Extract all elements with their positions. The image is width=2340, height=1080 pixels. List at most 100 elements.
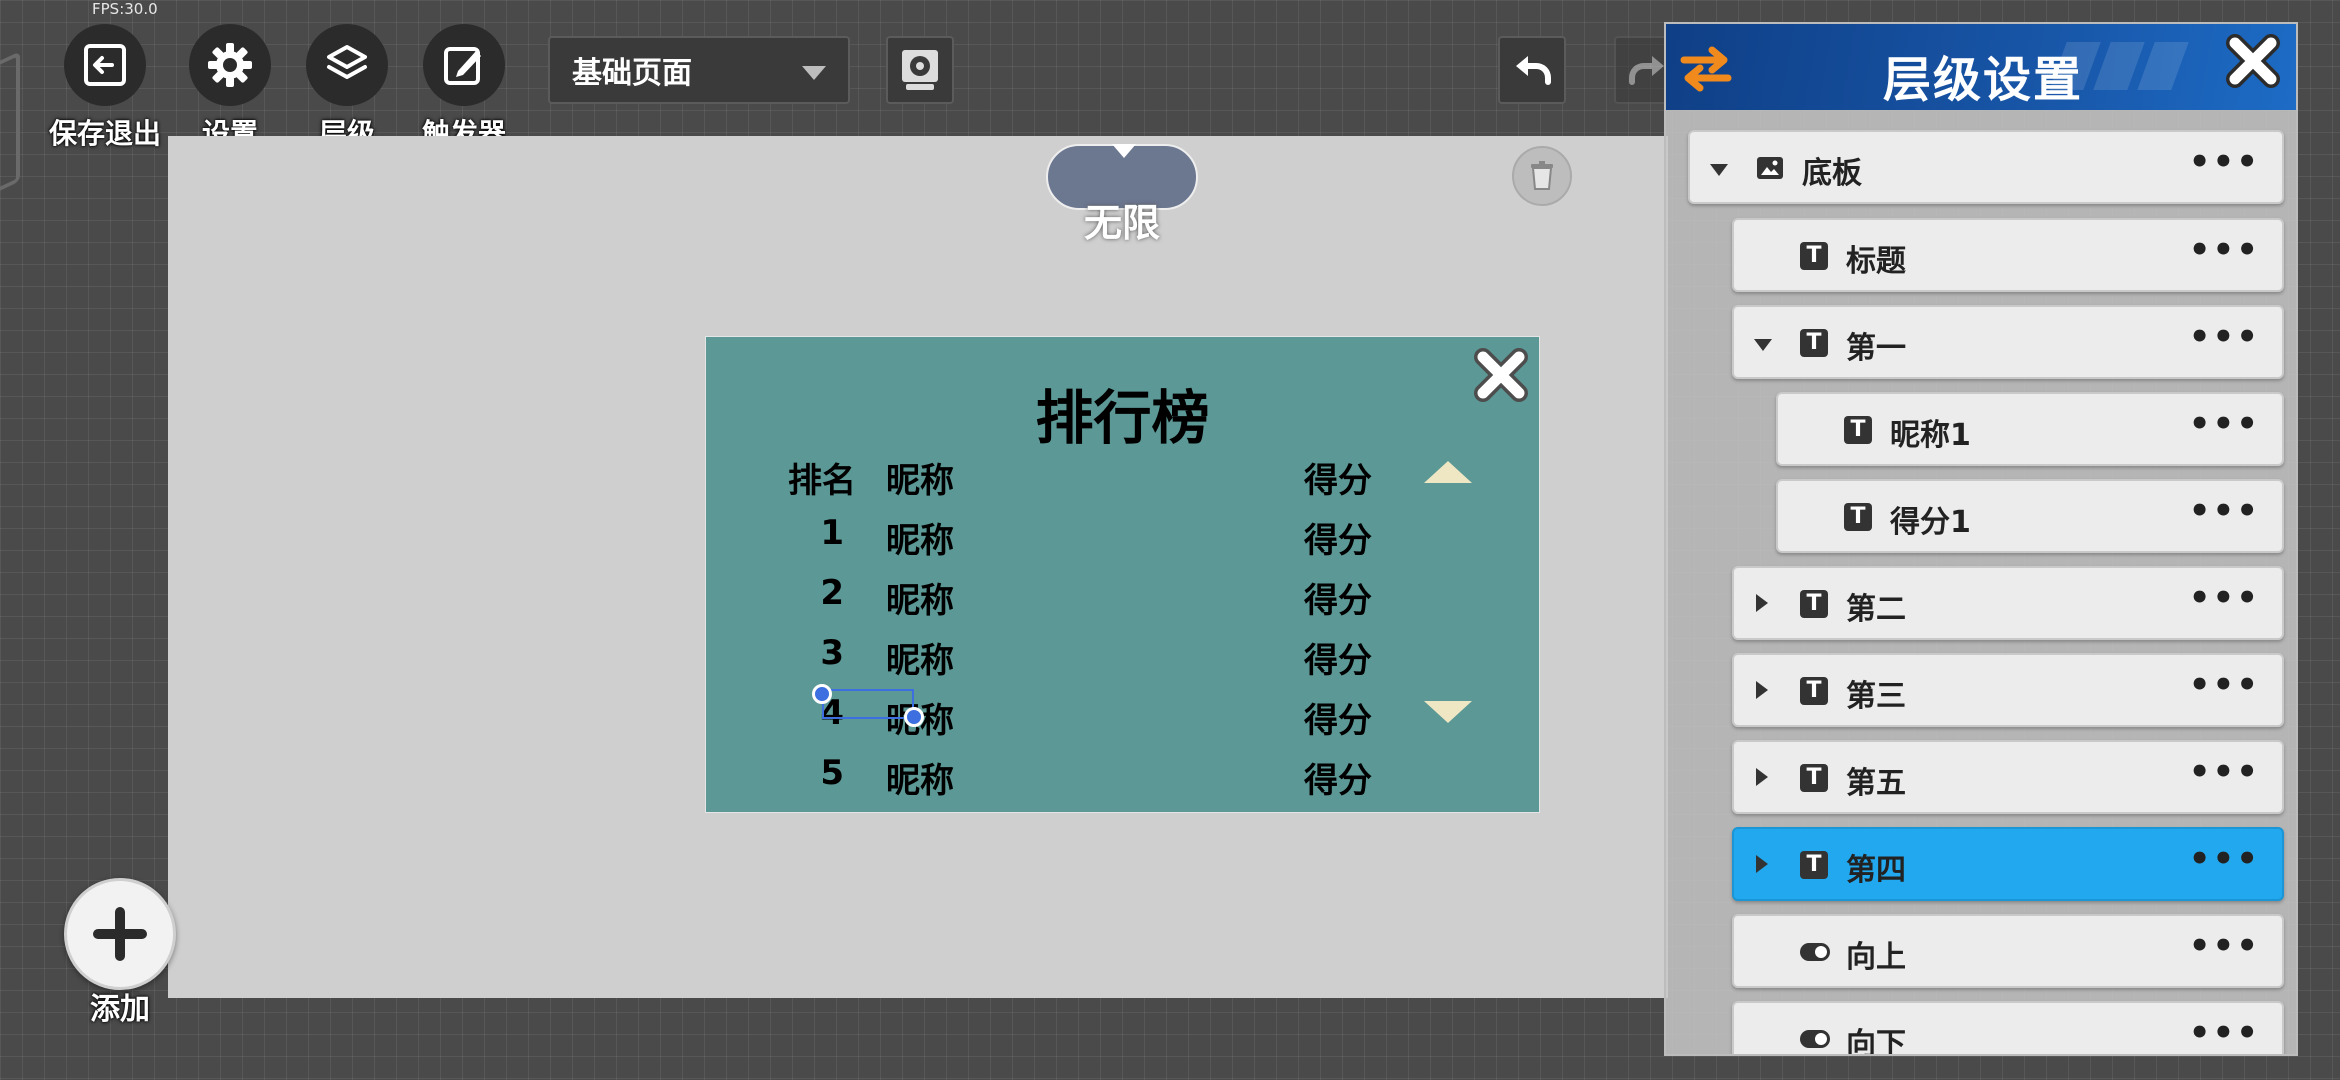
more-options-icon[interactable]: ••• — [2189, 752, 2260, 792]
decorative-hex-outline — [0, 51, 20, 219]
layer-item-selected[interactable]: T 第四 ••• — [1732, 827, 2284, 901]
row-rank: 5 — [820, 753, 844, 793]
layer-item[interactable]: 向下 ••• — [1732, 1001, 2284, 1056]
header-rank: 排名 — [788, 461, 856, 501]
text-icon: T — [1844, 503, 1872, 531]
resize-handle[interactable] — [904, 707, 924, 727]
row-rank: 1 — [820, 513, 844, 553]
trigger-button[interactable]: 触发器 — [404, 24, 524, 152]
save-exit-button[interactable]: 保存退出 — [45, 24, 165, 152]
row-score: 得分 — [1304, 581, 1372, 621]
more-options-icon[interactable]: ••• — [2189, 839, 2260, 879]
redo-icon — [1629, 56, 1664, 85]
page-select-dropdown[interactable]: 基础页面 — [548, 36, 850, 104]
header-name: 昵称 — [886, 461, 954, 501]
row-score: 得分 — [1304, 761, 1372, 801]
layer-item[interactable]: T 第二 ••• — [1732, 566, 2284, 640]
layers-button[interactable]: 层级 — [287, 24, 407, 152]
layer-label: 第五 — [1846, 766, 1906, 801]
toggle-icon — [1800, 943, 1830, 961]
expand-toggle-icon[interactable] — [1756, 768, 1768, 786]
toggle-icon — [1800, 1030, 1830, 1048]
leaderboard-title: 排行榜 — [1035, 384, 1210, 452]
text-icon: T — [1800, 764, 1828, 792]
scroll-down-icon[interactable] — [1424, 701, 1472, 723]
row-name: 昵称 — [886, 761, 954, 801]
row-score: 得分 — [1304, 701, 1372, 741]
selection-box[interactable] — [822, 689, 914, 719]
resize-handle[interactable] — [812, 684, 832, 704]
settings-button[interactable]: 设置 — [170, 24, 290, 152]
leaderboard-panel[interactable]: 排行榜 排名 昵称 得分 1 昵称 得分 2 昵称 得分 3 昵称 得分 4 昵… — [705, 336, 1540, 813]
trash-icon — [1531, 161, 1553, 190]
more-options-icon[interactable]: ••• — [2189, 1013, 2260, 1053]
scroll-up-icon[interactable] — [1424, 461, 1472, 483]
text-icon: T — [1800, 329, 1828, 357]
panel-title: 层级设置 — [1882, 52, 2083, 108]
layer-item[interactable]: T 昵称1 ••• — [1776, 392, 2284, 466]
text-icon: T — [1800, 851, 1828, 879]
layer-item[interactable]: T 第五 ••• — [1732, 740, 2284, 814]
undo-icon — [1516, 56, 1551, 85]
text-icon: T — [1844, 416, 1872, 444]
close-icon[interactable] — [1469, 343, 1533, 407]
row-rank: 3 — [820, 633, 844, 673]
chevron-down-icon — [1112, 144, 1136, 158]
expand-toggle-icon[interactable] — [1754, 339, 1772, 351]
exit-icon — [64, 24, 146, 106]
more-options-icon[interactable]: ••• — [2189, 404, 2260, 444]
layers-icon — [306, 24, 388, 106]
header-score: 得分 — [1304, 461, 1372, 501]
text-icon: T — [1800, 590, 1828, 618]
layer-label: 标题 — [1846, 244, 1906, 279]
more-options-icon[interactable]: ••• — [2189, 491, 2260, 531]
layer-label: 底板 — [1802, 156, 1862, 191]
layer-item[interactable]: T 标题 ••• — [1732, 218, 2284, 292]
expand-toggle-icon[interactable] — [1710, 164, 1728, 176]
layer-item[interactable]: T 得分1 ••• — [1776, 479, 2284, 553]
edit-note-icon — [423, 24, 505, 106]
layer-item[interactable]: 向上 ••• — [1732, 914, 2284, 988]
layer-item[interactable]: T 第一 ••• — [1732, 305, 2284, 379]
layer-label: 第一 — [1846, 331, 1906, 366]
layer-item[interactable]: T 第三 ••• — [1732, 653, 2284, 727]
layer-item[interactable]: 底板 ••• — [1688, 130, 2284, 204]
row-score: 得分 — [1304, 521, 1372, 561]
layer-label: 向下 — [1846, 1027, 1906, 1056]
more-options-icon[interactable]: ••• — [2189, 317, 2260, 357]
page-select-value: 基础页面 — [572, 56, 692, 91]
gear-icon — [189, 24, 271, 106]
undo-button[interactable] — [1498, 36, 1566, 104]
layer-label: 得分1 — [1890, 505, 1971, 540]
delete-button[interactable] — [1512, 146, 1572, 206]
page-settings-button[interactable] — [886, 36, 954, 104]
text-icon: T — [1800, 677, 1828, 705]
add-label: 添加 — [90, 992, 150, 1027]
layer-label: 向上 — [1846, 940, 1906, 975]
expand-toggle-icon[interactable] — [1756, 855, 1768, 873]
layer-label: 第四 — [1846, 853, 1906, 888]
more-options-icon[interactable]: ••• — [2189, 142, 2260, 182]
row-score: 得分 — [1304, 641, 1372, 681]
more-options-icon[interactable]: ••• — [2189, 230, 2260, 270]
chevron-down-icon — [802, 66, 826, 80]
layer-label: 昵称1 — [1890, 418, 1971, 453]
save-exit-label: 保存退出 — [48, 117, 161, 150]
panel-header: 层级设置 — [1666, 24, 2296, 110]
layer-label: 第二 — [1846, 592, 1906, 627]
image-icon — [1757, 157, 1783, 179]
expand-toggle-icon[interactable] — [1756, 594, 1768, 612]
more-options-icon[interactable]: ••• — [2189, 665, 2260, 705]
more-options-icon[interactable]: ••• — [2189, 926, 2260, 966]
row-name: 昵称 — [886, 581, 954, 621]
more-options-icon[interactable]: ••• — [2189, 578, 2260, 618]
add-button[interactable] — [64, 878, 176, 990]
close-icon[interactable] — [2220, 28, 2286, 94]
layer-label: 第三 — [1846, 679, 1906, 714]
expand-toggle-icon[interactable] — [1756, 681, 1768, 699]
fps-counter: FPS:30.0 — [92, 0, 158, 18]
row-name: 昵称 — [886, 521, 954, 561]
plus-icon — [93, 907, 147, 961]
row-name: 昵称 — [886, 641, 954, 681]
page-gear-icon — [902, 50, 938, 90]
